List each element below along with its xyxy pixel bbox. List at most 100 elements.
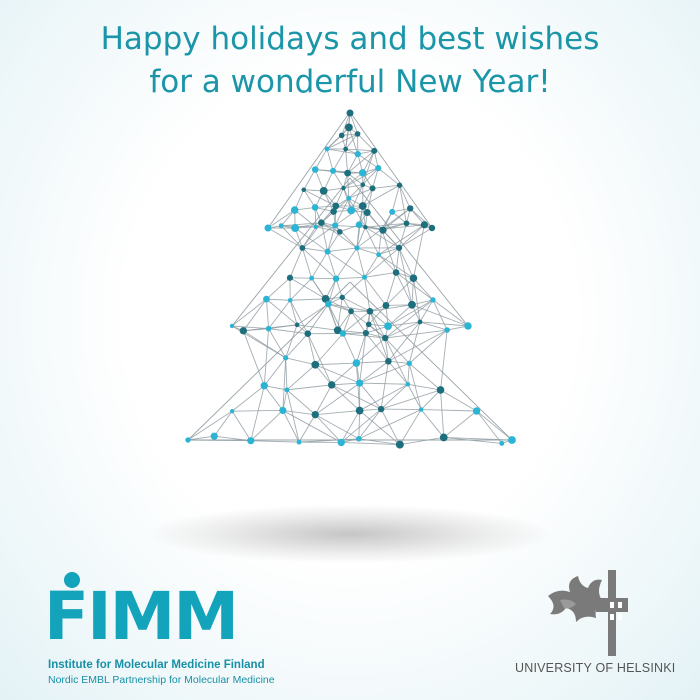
- tree-node: [265, 325, 272, 332]
- tree-node: [403, 220, 410, 227]
- tree-connection-line: [342, 333, 357, 364]
- fimm-logo: FIMM Institute for Molecular Medicine Fi…: [44, 566, 324, 686]
- tree-connection-line: [250, 410, 284, 442]
- tree-node: [362, 329, 369, 337]
- tree-connection-line: [476, 410, 513, 441]
- tree-node: [385, 357, 392, 365]
- tree-node: [376, 252, 382, 258]
- tree-node: [358, 169, 367, 177]
- tree-node: [363, 224, 368, 230]
- tree-node: [247, 437, 255, 445]
- tree-node: [324, 248, 331, 255]
- tree-node: [369, 185, 376, 192]
- tree-connection-line: [420, 409, 445, 438]
- university-of-helsinki-logo: UNIVERSITY OF HELSINKI: [510, 566, 680, 686]
- tree-connection-line: [359, 362, 410, 384]
- tree-node: [337, 438, 345, 447]
- tree-connection-line: [289, 277, 326, 300]
- tree-connection-line: [263, 328, 270, 386]
- tree-node: [311, 360, 320, 369]
- tree-node: [355, 221, 363, 229]
- tree-connection-line: [232, 409, 283, 412]
- tree-connection-line: [250, 440, 300, 443]
- tree-node: [408, 300, 416, 309]
- helsinki-emblem-icon: [548, 570, 628, 656]
- tree-node: [346, 195, 352, 201]
- tree-node: [377, 405, 385, 413]
- tree-node: [343, 146, 349, 152]
- tree-node: [311, 410, 319, 419]
- tree-connection-line: [378, 247, 400, 256]
- tree-connection-line: [332, 170, 344, 189]
- tree-connection-line: [407, 363, 410, 385]
- tree-connection-line: [358, 410, 361, 439]
- tree-connection-line: [443, 410, 477, 438]
- tree-node: [371, 147, 378, 154]
- tree-node: [338, 132, 345, 139]
- tree-node: [344, 169, 352, 177]
- tree-node: [263, 295, 270, 303]
- tree-connection-line: [311, 251, 328, 279]
- tree-node: [284, 387, 290, 393]
- tree-connection-line: [364, 277, 371, 312]
- tree-connection-line: [286, 384, 332, 391]
- fimm-tagline: Nordic EMBL Partnership for Molecular Me…: [48, 674, 275, 686]
- tree-connection-line: [314, 384, 333, 415]
- tree-node: [355, 406, 364, 415]
- tree-node: [418, 407, 424, 412]
- tree-connection-line: [289, 247, 303, 278]
- tree-node: [428, 224, 436, 232]
- tree-connection-line: [408, 363, 441, 391]
- tree-node: [436, 386, 445, 394]
- tree-connection-line: [335, 247, 358, 279]
- tree-connection-line: [282, 409, 316, 416]
- tree-node: [229, 408, 235, 414]
- tree-connection-line: [341, 276, 365, 298]
- tree-node: [508, 436, 516, 444]
- tree-connection-line: [350, 311, 367, 334]
- tree-connection-line: [307, 303, 329, 334]
- tree-connection-line: [267, 111, 351, 229]
- tree-connection-line: [265, 299, 270, 329]
- network-christmas-tree-illustration: [185, 109, 516, 449]
- tree-node: [291, 224, 300, 233]
- tree-connection-line: [359, 360, 389, 384]
- tree-nodes: [185, 109, 516, 449]
- tree-node: [311, 166, 319, 173]
- tree-connection-line: [349, 281, 513, 441]
- tree-connection-line: [326, 148, 334, 171]
- tree-connection-line: [315, 410, 360, 416]
- tree-node: [332, 222, 339, 229]
- tree-node: [313, 224, 319, 230]
- tree-node: [352, 359, 361, 367]
- fimm-institute-name: Institute for Molecular Medicine Finland: [48, 659, 265, 671]
- tree-node: [396, 182, 403, 188]
- tree-node: [444, 327, 450, 333]
- tree-node: [405, 381, 411, 387]
- tree-connection-line: [286, 364, 316, 391]
- tree-connection-line: [303, 169, 316, 190]
- tree-node: [294, 322, 300, 328]
- tree-connection-line: [355, 362, 361, 411]
- tree-connection-line: [440, 329, 448, 391]
- tree-node: [264, 224, 272, 232]
- tree-node: [210, 432, 218, 440]
- tree-node: [354, 131, 361, 137]
- tree-connection-line: [334, 225, 358, 249]
- tree-connection-line: [286, 389, 316, 415]
- tree-node: [325, 300, 332, 308]
- tree-node: [319, 186, 328, 195]
- tree-connection-line: [327, 247, 358, 253]
- tree-connection-line: [285, 333, 309, 359]
- tree-node: [278, 223, 284, 229]
- tree-node: [365, 321, 372, 328]
- tree-node: [330, 167, 337, 174]
- tree-node: [439, 433, 448, 442]
- tree-connection-line: [331, 362, 357, 386]
- tree-connection-lines: [187, 111, 513, 446]
- tree-node: [406, 360, 412, 367]
- tree-node: [356, 379, 364, 387]
- tree-connection-line: [187, 410, 233, 441]
- tree-node: [299, 245, 306, 251]
- tree-connection-line: [243, 330, 286, 359]
